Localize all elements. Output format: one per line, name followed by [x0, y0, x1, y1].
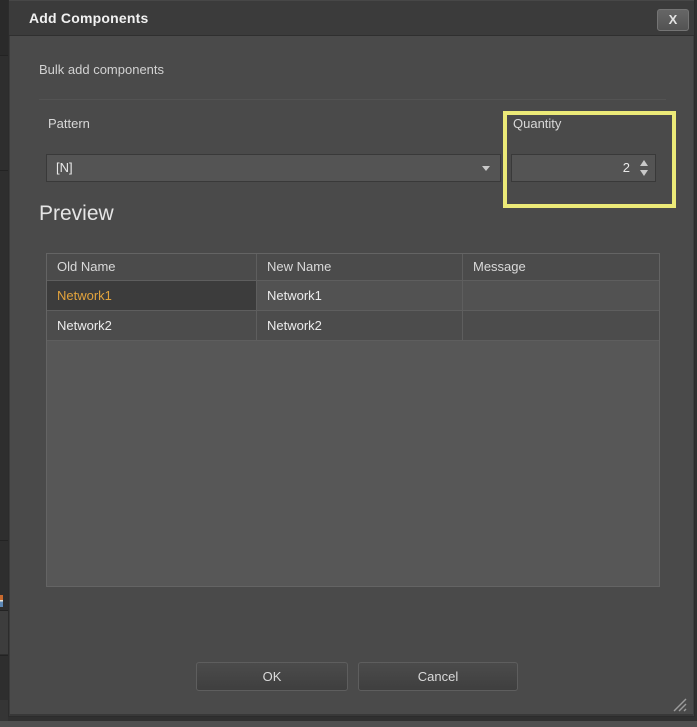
- spin-down-icon[interactable]: [640, 170, 648, 176]
- ok-button[interactable]: OK: [196, 662, 348, 691]
- cell-message[interactable]: [463, 281, 659, 310]
- cell-old-name[interactable]: Network1: [47, 281, 257, 310]
- resize-grip-icon[interactable]: [670, 695, 688, 713]
- dialog-titlebar[interactable]: Add Components X: [9, 0, 694, 36]
- background-divider: [0, 610, 8, 611]
- table-row[interactable]: Network2 Network2: [47, 311, 659, 341]
- add-components-dialog: Add Components X Bulk add components Pat…: [8, 0, 695, 717]
- quantity-label: Quantity: [513, 116, 561, 131]
- column-header-message[interactable]: Message: [463, 254, 659, 280]
- close-icon: X: [669, 12, 678, 27]
- dialog-description: Bulk add components: [39, 62, 164, 77]
- cell-message[interactable]: [463, 311, 659, 340]
- screen: Add Components X Bulk add components Pat…: [0, 0, 697, 727]
- column-header-old-name[interactable]: Old Name: [47, 254, 257, 280]
- background-divider: [0, 170, 8, 171]
- background-segment: [0, 0, 8, 55]
- dialog-title: Add Components: [29, 0, 148, 36]
- background-bottom-edge: [0, 721, 697, 727]
- preview-table: Old Name New Name Message Network1 Netwo…: [46, 253, 660, 587]
- background-segment: [0, 610, 8, 654]
- close-button[interactable]: X: [657, 9, 689, 31]
- quantity-stepper[interactable]: 2: [511, 154, 656, 182]
- table-row[interactable]: Network1 Network1: [47, 281, 659, 311]
- spin-up-icon[interactable]: [640, 160, 648, 166]
- background-icon-fragment: [0, 595, 3, 607]
- separator: [39, 99, 666, 100]
- dropdown-arrow-icon: [482, 166, 490, 171]
- background-divider: [0, 655, 8, 656]
- background-app-strip: [0, 0, 8, 727]
- pattern-label: Pattern: [48, 116, 90, 131]
- quantity-value: 2: [623, 155, 630, 181]
- pattern-value: [N]: [56, 155, 73, 181]
- column-header-new-name[interactable]: New Name: [257, 254, 463, 280]
- cancel-button[interactable]: Cancel: [358, 662, 518, 691]
- table-header-row: Old Name New Name Message: [47, 254, 659, 281]
- pattern-dropdown[interactable]: [N]: [46, 154, 501, 182]
- cell-new-name[interactable]: Network2: [257, 311, 463, 340]
- background-divider: [0, 540, 8, 541]
- preview-heading: Preview: [39, 202, 114, 226]
- background-divider: [0, 55, 8, 56]
- cell-new-name[interactable]: Network1: [257, 281, 463, 310]
- cell-old-name[interactable]: Network2: [47, 311, 257, 340]
